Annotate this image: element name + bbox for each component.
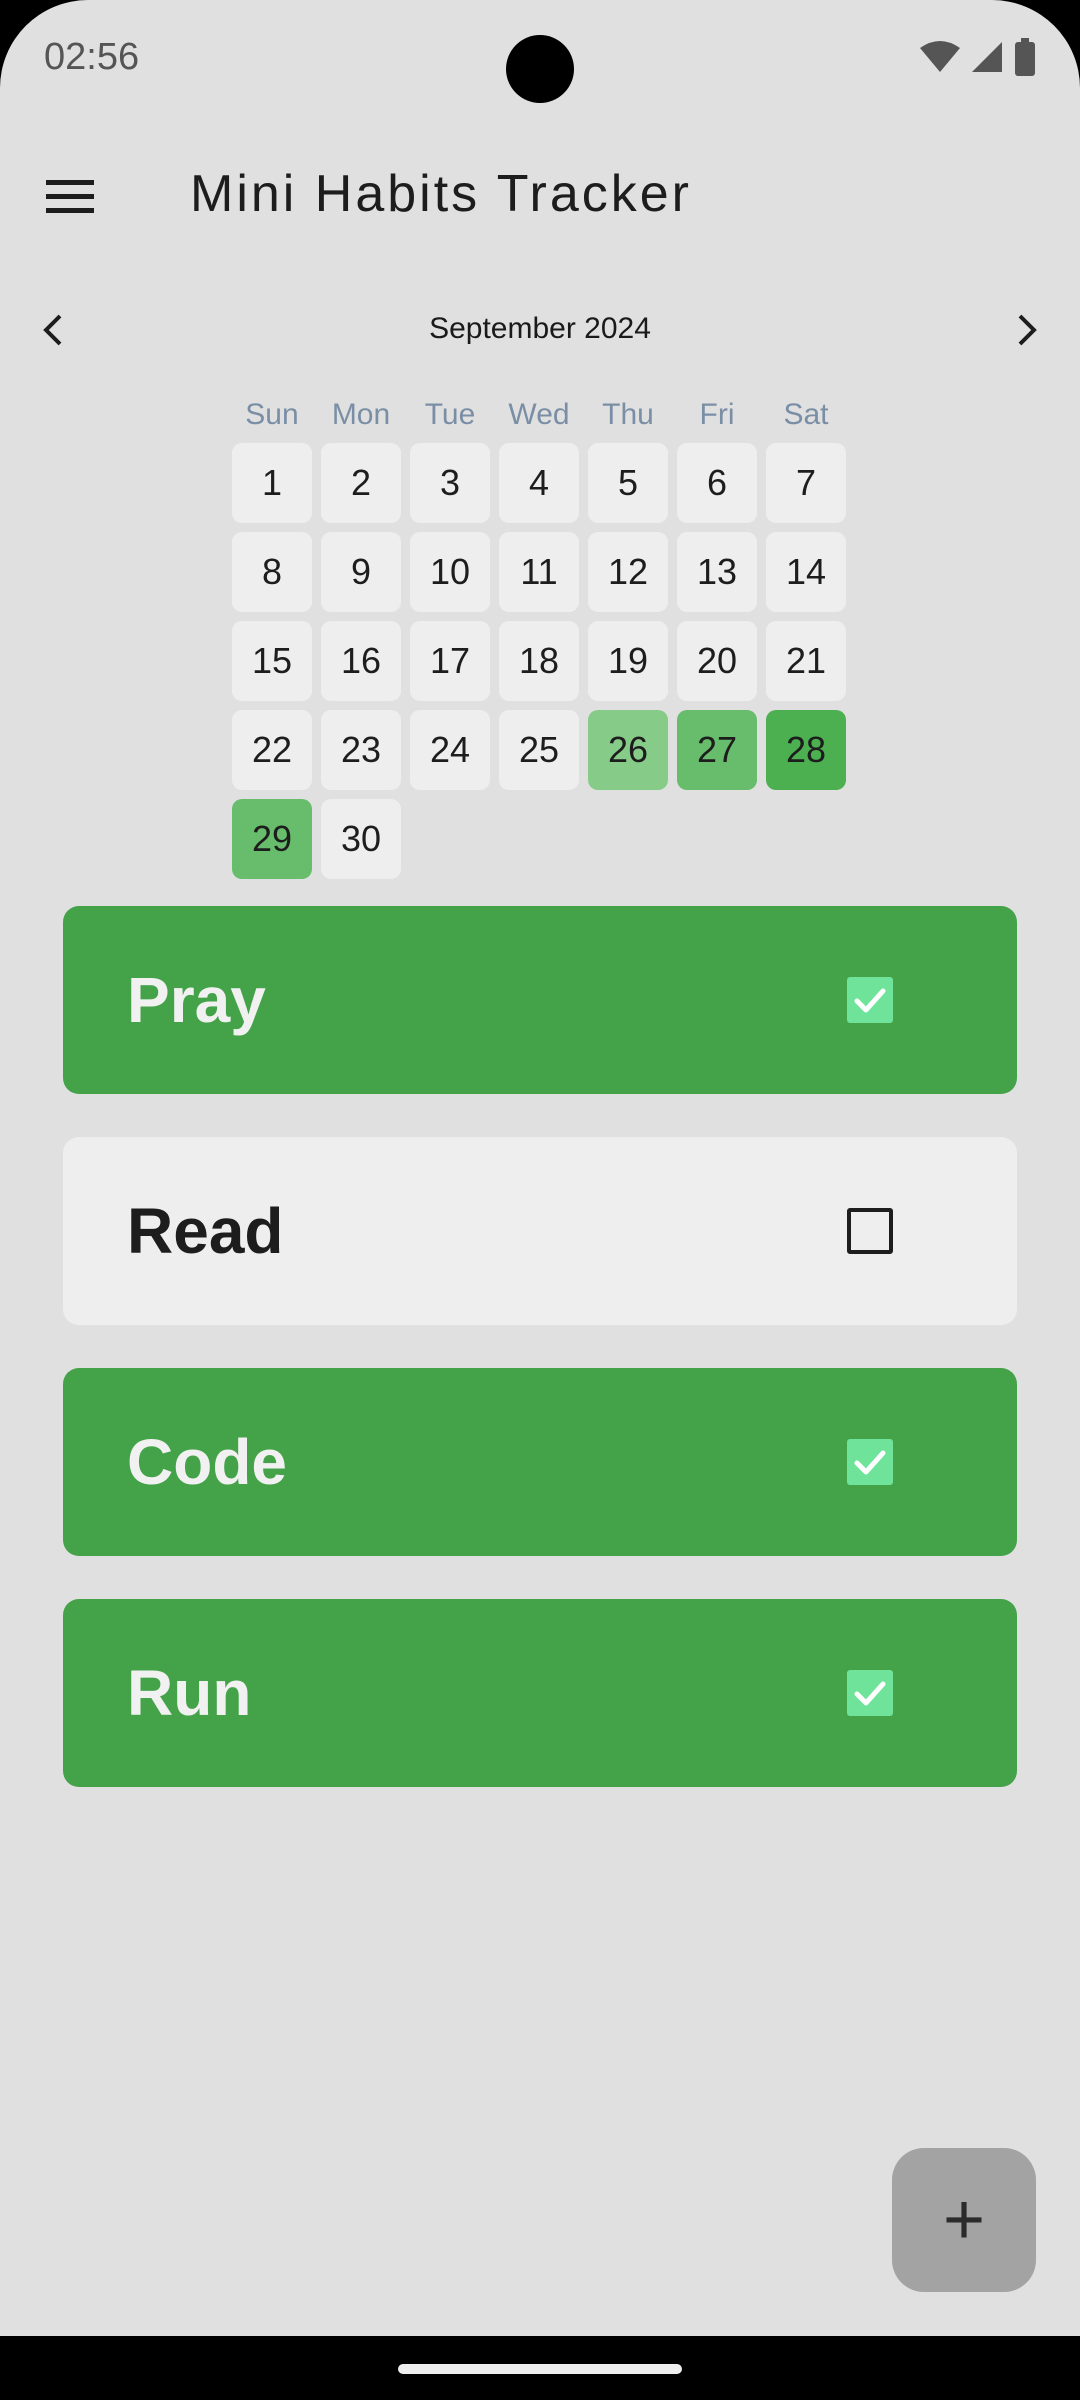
calendar-day[interactable]: 1: [232, 443, 312, 523]
status-icons: [920, 38, 1036, 76]
habit-card[interactable]: Read: [63, 1137, 1017, 1325]
calendar-day[interactable]: 2: [321, 443, 401, 523]
screen: 02:56 Mini Habits Tracker September 2024: [0, 0, 1080, 2336]
calendar-day[interactable]: 30: [321, 799, 401, 879]
weekday-label: Mon: [331, 398, 391, 431]
calendar-day[interactable]: 6: [677, 443, 757, 523]
habit-name: Code: [127, 1426, 287, 1498]
calendar-day[interactable]: 23: [321, 710, 401, 790]
plus-icon: +: [942, 2180, 986, 2260]
calendar-day[interactable]: 14: [766, 532, 846, 612]
camera-cutout: [506, 35, 574, 103]
calendar-day[interactable]: 29: [232, 799, 312, 879]
habit-checkbox[interactable]: [847, 977, 893, 1023]
habit-card[interactable]: Pray: [63, 906, 1017, 1094]
habit-card[interactable]: Code: [63, 1368, 1017, 1556]
calendar-day[interactable]: 11: [499, 532, 579, 612]
calendar-day[interactable]: 18: [499, 621, 579, 701]
calendar-day[interactable]: 10: [410, 532, 490, 612]
calendar-day[interactable]: 3: [410, 443, 490, 523]
calendar-day[interactable]: 19: [588, 621, 668, 701]
habit-checkbox[interactable]: [847, 1439, 893, 1485]
habit-checkbox[interactable]: [847, 1208, 893, 1254]
signal-icon: [972, 42, 1002, 72]
battery-icon: [1015, 38, 1035, 76]
hamburger-menu-icon: [46, 180, 94, 213]
chevron-right-icon: [1018, 314, 1037, 346]
weekday-label: Sat: [783, 398, 829, 431]
weekday-label: Thu: [602, 398, 654, 431]
month-title: September 2024: [429, 312, 651, 345]
check-icon: [854, 1681, 886, 1706]
calendar-day[interactable]: 25: [499, 710, 579, 790]
weekday-row: Sun Mon Tue Wed Thu Fri Sat: [232, 398, 846, 432]
calendar-day[interactable]: 9: [321, 532, 401, 612]
calendar-day[interactable]: 15: [232, 621, 312, 701]
calendar-day[interactable]: 13: [677, 532, 757, 612]
status-time: 02:56: [44, 36, 140, 78]
habit-name: Run: [127, 1657, 252, 1729]
habit-checkbox[interactable]: [847, 1670, 893, 1716]
calendar-day[interactable]: 26: [588, 710, 668, 790]
calendar-day[interactable]: 22: [232, 710, 312, 790]
habit-list: Pray Read Code Run: [63, 906, 1017, 1830]
menu-button[interactable]: [42, 166, 106, 226]
calendar-day[interactable]: 17: [410, 621, 490, 701]
calendar-day[interactable]: 8: [232, 532, 312, 612]
weekday-label: Wed: [508, 398, 570, 431]
weekday-label: Fri: [699, 398, 735, 431]
check-icon: [854, 988, 886, 1013]
calendar-day[interactable]: 12: [588, 532, 668, 612]
habit-name: Pray: [127, 964, 266, 1036]
app-title: Mini Habits Tracker: [190, 165, 692, 223]
gesture-nav-handle[interactable]: [398, 2364, 682, 2374]
calendar-days-grid: 1 2 3 4 5 6 7 8 9 10 11 12 13 14 15 16 1…: [232, 443, 846, 879]
calendar-day[interactable]: 27: [677, 710, 757, 790]
check-icon: [854, 1450, 886, 1475]
weekday-label: Tue: [424, 398, 476, 431]
habit-name: Read: [127, 1195, 284, 1267]
calendar-day[interactable]: 28: [766, 710, 846, 790]
habit-card[interactable]: Run: [63, 1599, 1017, 1787]
calendar-day[interactable]: 20: [677, 621, 757, 701]
calendar-day[interactable]: 5: [588, 443, 668, 523]
calendar-day[interactable]: 4: [499, 443, 579, 523]
calendar-day[interactable]: 16: [321, 621, 401, 701]
next-month-button[interactable]: [1002, 306, 1050, 354]
weekday-label: Sun: [245, 398, 299, 431]
calendar-day[interactable]: 7: [766, 443, 846, 523]
add-habit-button[interactable]: +: [892, 2148, 1036, 2292]
calendar-day[interactable]: 24: [410, 710, 490, 790]
calendar-day[interactable]: 21: [766, 621, 846, 701]
wifi-icon: [920, 41, 960, 72]
